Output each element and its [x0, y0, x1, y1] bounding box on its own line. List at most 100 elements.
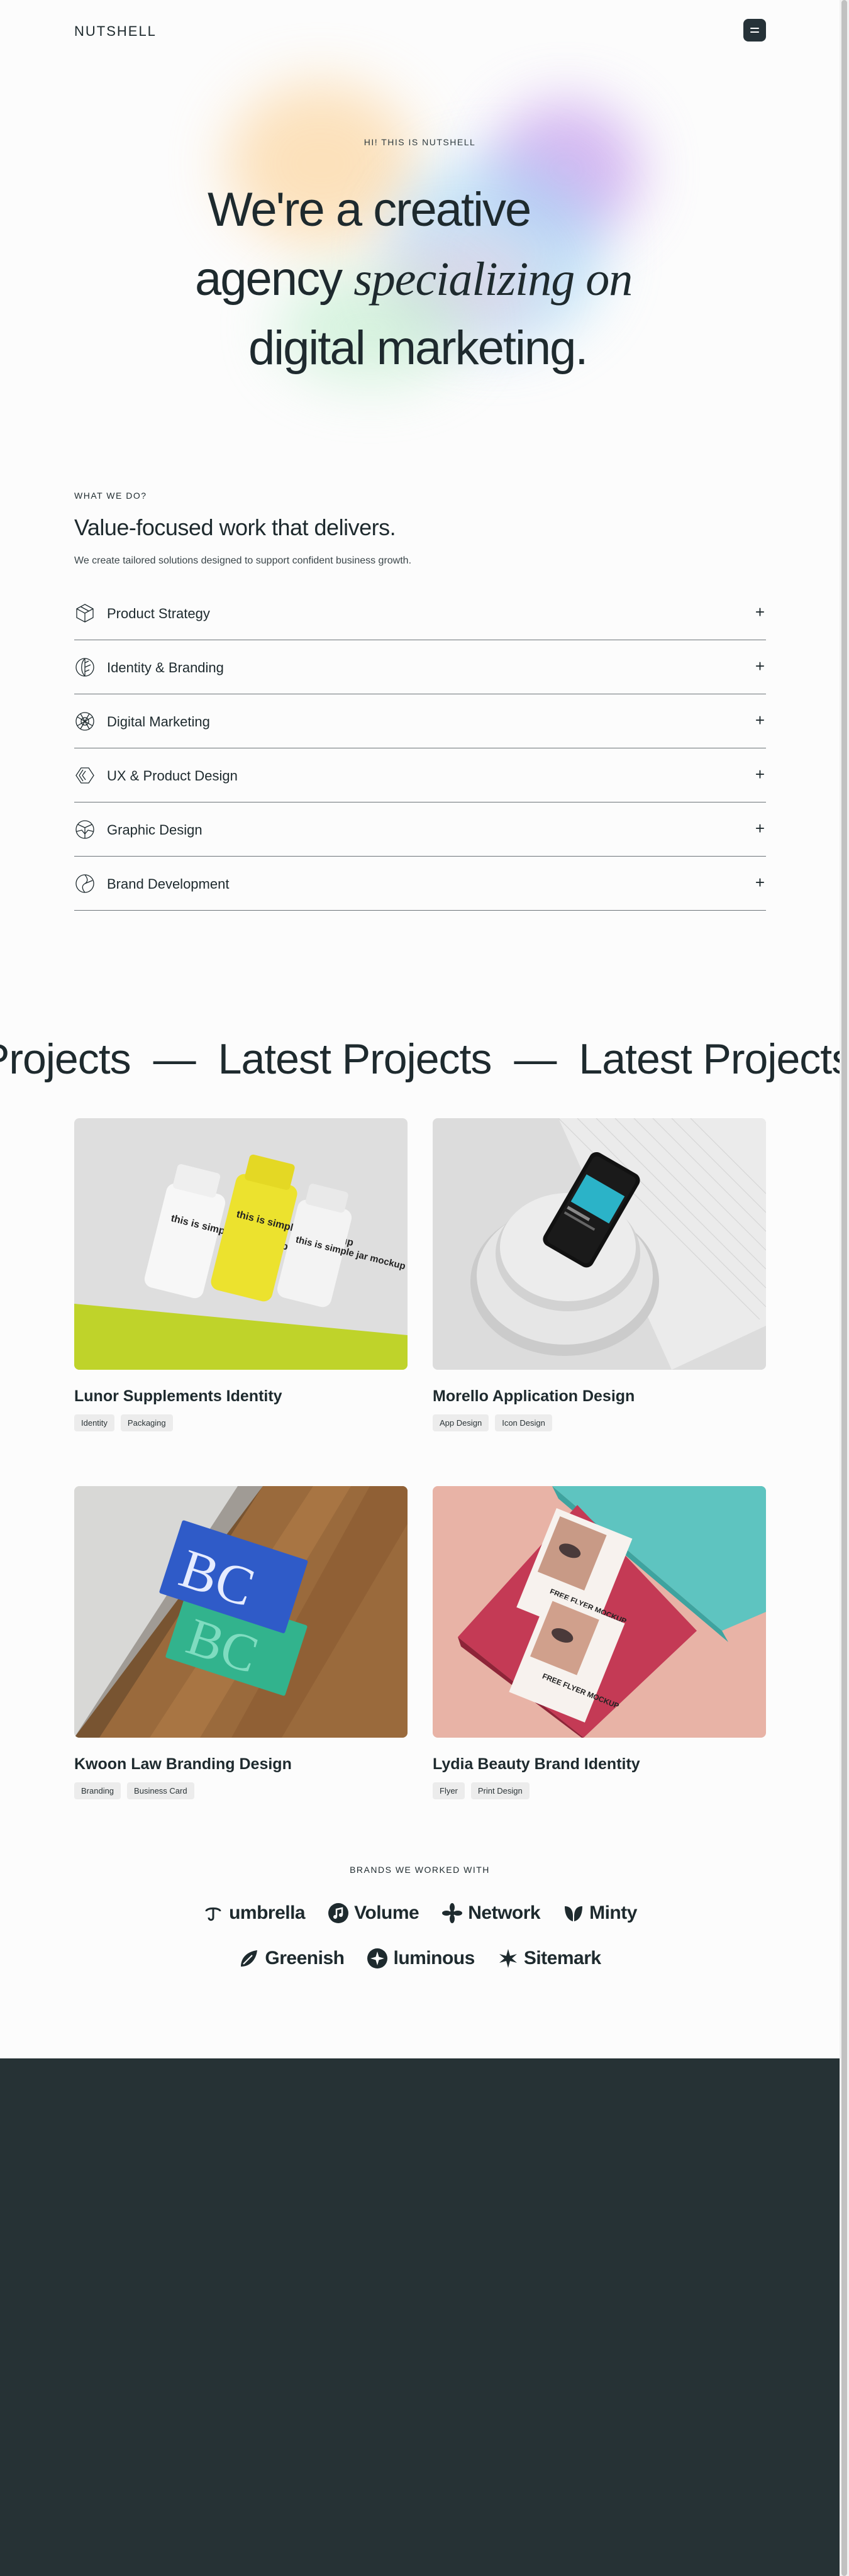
cube-icon: [76, 604, 94, 623]
logo[interactable]: NUTSHELL: [74, 23, 157, 40]
flyers-mockup: FREE FLYER MOCKUP FREE FLYER MOCKUP: [458, 1486, 766, 1738]
services-title: Value-focused work that delivers.: [74, 514, 396, 540]
brand-name: Volume: [354, 1902, 419, 1923]
services-section: WHAT WE DO? Value-focused work that deli…: [74, 491, 766, 911]
brand-row: Greenish luminous Sitemark: [0, 1948, 840, 1969]
music-note-icon: [328, 1903, 349, 1923]
expand-plus-icon[interactable]: +: [755, 873, 765, 892]
prism-icon: [75, 767, 94, 784]
expand-plus-icon[interactable]: +: [755, 657, 765, 676]
brand-name: Sitemark: [523, 1948, 601, 1968]
project-image-flyers[interactable]: FREE FLYER MOCKUP FREE FLYER MOCKUP: [433, 1486, 766, 1738]
marquee-separator: —: [514, 1035, 557, 1083]
marquee-track: Projects — Latest Projects — Latest Projects…: [0, 1035, 840, 1084]
brand-minty: Minty: [563, 1902, 637, 1924]
hero-heading-line-3: digital marketing.: [248, 321, 588, 375]
brand-greenish: Greenish: [238, 1948, 345, 1969]
brands-eyebrow: BRANDS WE WORKED WITH: [350, 1865, 490, 1875]
service-item-digital-marketing[interactable]: Digital Marketing +: [74, 694, 766, 748]
page: NUTSHELL HI! THIS IS NUTSHELL We're a cr…: [0, 0, 840, 2576]
expand-plus-icon[interactable]: +: [755, 602, 765, 622]
menu-icon-line: [750, 31, 759, 33]
hero-eyebrow: HI! THIS IS NUTSHELL: [363, 137, 476, 147]
service-item-ux-product-design[interactable]: UX & Product Design +: [74, 748, 766, 802]
project-card[interactable]: this is simple jar mockup this is simple…: [74, 1118, 408, 1431]
marquee-text: Projects: [0, 1035, 131, 1083]
service-label: Brand Development: [107, 876, 230, 892]
services-description: We create tailored solutions designed to…: [74, 555, 412, 566]
project-image-phone-plates[interactable]: [433, 1118, 766, 1370]
hero-heading-italic: specializing on: [353, 253, 633, 306]
brand-name: umbrella: [229, 1902, 306, 1923]
brand-name: luminous: [393, 1948, 475, 1968]
project-image-business-cards[interactable]: BC BC: [74, 1486, 408, 1738]
services-list: Product Strategy + Identity & Branding +…: [74, 586, 766, 911]
globe-icon: [75, 820, 94, 839]
project-tag[interactable]: Identity: [74, 1414, 114, 1431]
services-eyebrow: WHAT WE DO?: [74, 491, 147, 501]
brand-network: Network: [441, 1902, 541, 1924]
expand-plus-icon[interactable]: +: [755, 765, 765, 784]
project-title[interactable]: Lydia Beauty Brand Identity: [433, 1755, 766, 1774]
footer: [0, 2058, 840, 2576]
project-image-supplement-jars[interactable]: this is simple jar mockup this is simple…: [74, 1118, 408, 1370]
project-tag[interactable]: Business Card: [127, 1782, 194, 1799]
brand-volume: Volume: [328, 1902, 419, 1924]
leaf-icon: [75, 658, 94, 677]
expand-plus-icon[interactable]: +: [755, 819, 765, 838]
latest-projects-marquee: Projects — Latest Projects — Latest Projects…: [0, 1035, 840, 1091]
compass-icon: [75, 874, 94, 893]
project-tag[interactable]: Print Design: [470, 1782, 530, 1799]
project-card[interactable]: BC BC Kwoon Law Branding Design Branding…: [74, 1486, 408, 1799]
expand-plus-icon[interactable]: +: [755, 711, 765, 730]
project-tag[interactable]: Flyer: [433, 1782, 465, 1799]
service-label: Product Strategy: [107, 606, 210, 621]
scrollbar-thumb[interactable]: [841, 0, 847, 2576]
project-tags: Branding Business Card: [74, 1782, 408, 1799]
project-title[interactable]: Lunor Supplements Identity: [74, 1387, 408, 1406]
brand-luminous: luminous: [367, 1948, 475, 1969]
brand-name: Minty: [589, 1902, 637, 1923]
project-tag[interactable]: App Design: [433, 1414, 489, 1431]
project-tag[interactable]: Icon Design: [495, 1414, 552, 1431]
brand-name: Greenish: [265, 1948, 345, 1968]
service-item-identity-branding[interactable]: Identity & Branding +: [74, 640, 766, 694]
project-tags: Identity Packaging: [74, 1414, 408, 1431]
service-label: UX & Product Design: [107, 768, 238, 784]
service-item-graphic-design[interactable]: Graphic Design +: [74, 802, 766, 857]
luminous-icon: [367, 1948, 388, 1968]
brand-row: umbrella Volume Network Minty: [0, 1902, 840, 1924]
project-card[interactable]: FREE FLYER MOCKUP FREE FLYER MOCKUP Lydi…: [433, 1486, 766, 1799]
service-item-brand-development[interactable]: Brand Development +: [74, 857, 766, 911]
hero-heading-line-1: We're a creative: [208, 183, 531, 236]
supplement-jars-mockup: this is simple jar mockup this is simple…: [74, 1154, 408, 1370]
scrollbar[interactable]: [840, 0, 849, 2576]
service-label: Identity & Branding: [107, 660, 224, 675]
marquee-text: Latest Projects: [579, 1035, 840, 1083]
menu-button[interactable]: [743, 19, 766, 42]
brand-umbrella: umbrella: [203, 1902, 306, 1924]
network-icon: [442, 1903, 463, 1923]
sitemark-icon: [499, 1949, 517, 1968]
marquee-text: Latest Projects: [218, 1035, 492, 1083]
business-cards-mockup: BC BC: [74, 1486, 408, 1738]
project-tag[interactable]: Packaging: [120, 1414, 173, 1431]
brands-section: BRANDS WE WORKED WITH umbrella Volume Ne…: [0, 1865, 840, 1968]
project-card[interactable]: Morello Application Design App Design Ic…: [433, 1118, 766, 1431]
project-tags: Flyer Print Design: [433, 1782, 766, 1799]
project-title[interactable]: Morello Application Design: [433, 1387, 766, 1406]
service-label: Graphic Design: [107, 822, 203, 838]
service-item-product-strategy[interactable]: Product Strategy +: [74, 586, 766, 640]
brand-name: Network: [468, 1902, 541, 1923]
hero-heading-plain: agency: [195, 252, 354, 306]
minty-leaf-icon: [565, 1906, 583, 1921]
project-title[interactable]: Kwoon Law Branding Design: [74, 1755, 408, 1774]
greenish-icon: [241, 1950, 258, 1967]
marquee-separator: —: [153, 1035, 196, 1083]
project-tag[interactable]: Branding: [74, 1782, 121, 1799]
site-header: NUTSHELL: [74, 19, 766, 44]
hero-heading-line-2: agency specializing on: [195, 252, 633, 307]
mesh-icon: [75, 712, 94, 731]
hero-section: HI! THIS IS NUTSHELL We're a creative ag…: [0, 57, 840, 434]
project-tags: App Design Icon Design: [433, 1414, 766, 1431]
